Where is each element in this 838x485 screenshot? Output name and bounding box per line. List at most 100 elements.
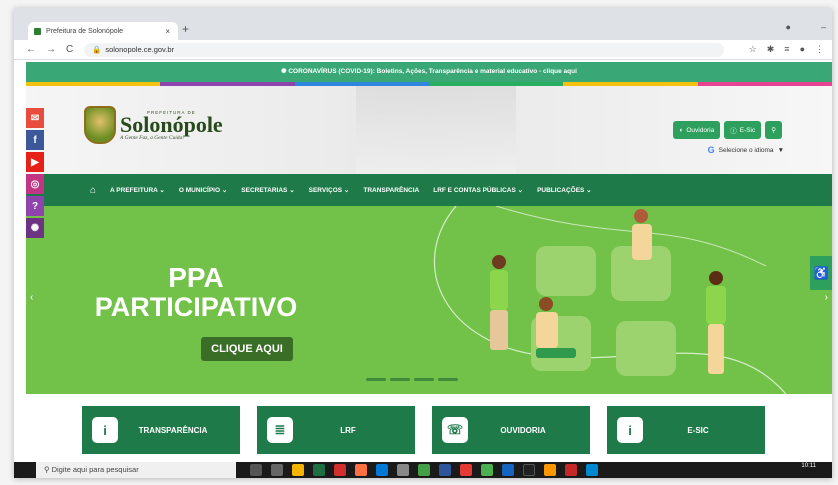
carousel-dot[interactable] [414, 378, 434, 381]
profile-dot-icon[interactable]: ● [786, 22, 791, 32]
app-icon[interactable] [586, 464, 598, 476]
menu-icon[interactable]: ⋮ [815, 44, 824, 55]
tab-title: Prefeitura de Solonópole [46, 27, 124, 35]
back-icon[interactable]: ← [26, 44, 36, 55]
taskbar-search-input[interactable]: ⚲ Digite aqui para pesquisar [36, 462, 236, 478]
card-label: TRANSPARÊNCIA [138, 425, 208, 435]
info-icon: ⓘ [730, 128, 737, 135]
browser-window: Prefeitura de Solonópole × + ● – ← → C 🔒… [14, 8, 832, 478]
email-icon[interactable]: ✉ [26, 108, 44, 128]
nav-item-secretarias[interactable]: SECRETARIAS ⌄ [241, 186, 294, 194]
ouvidoria-label: Ouvidoria [686, 126, 715, 134]
close-tab-icon[interactable]: × [165, 27, 170, 36]
bookmark-star-icon[interactable]: ☆ [749, 44, 757, 55]
acrobat-icon[interactable] [334, 464, 346, 476]
esic-label: E-Sic [739, 126, 756, 134]
taskbar-clock[interactable]: 10:11 [801, 463, 816, 470]
firefox-icon[interactable] [355, 464, 367, 476]
url-input[interactable]: 🔒 solonopole.ce.gov.br [84, 43, 724, 57]
file-explorer-icon[interactable] [292, 464, 304, 476]
google-icon: G [707, 145, 715, 155]
logo-city-name: Solonópole [120, 111, 223, 137]
youtube-icon[interactable]: ▶ [26, 152, 44, 172]
search-button[interactable]: ⚲ [765, 121, 782, 139]
minimize-icon[interactable]: – [821, 22, 826, 32]
app-icon[interactable] [397, 464, 409, 476]
banner-title-line1: PPA [168, 262, 224, 293]
profile-icon[interactable]: ● [800, 44, 805, 55]
app-icon[interactable] [418, 464, 430, 476]
website: ✺ CORONAVÍRUS (COVID-19): Boletins, Açõe… [26, 62, 832, 462]
info-icon: i [617, 417, 643, 443]
city-seal-icon [84, 106, 116, 144]
nav-item-prefeitura[interactable]: A PREFEITURA ⌄ [110, 186, 165, 194]
card-lrf[interactable]: ≣ LRF [257, 406, 415, 454]
app-icon[interactable] [523, 464, 535, 476]
acrobat-icon[interactable] [565, 464, 577, 476]
nav-item-publicacoes[interactable]: PUBLICAÇÕES ⌄ [537, 186, 592, 194]
chat-icon[interactable]: ? [26, 196, 44, 216]
window-controls: ● – [786, 22, 826, 32]
word-icon[interactable] [439, 464, 451, 476]
forward-icon[interactable]: → [46, 44, 56, 55]
chrome-icon[interactable] [481, 464, 493, 476]
social-sidebar: ✉ f ▶ ◎ ? ✺ [26, 108, 44, 240]
app-icon[interactable] [460, 464, 472, 476]
nav-item-municipio[interactable]: O MUNICÍPIO ⌄ [179, 186, 227, 194]
covid-icon[interactable]: ✺ [26, 218, 44, 238]
covid-banner[interactable]: ✺ CORONAVÍRUS (COVID-19): Boletins, Açõe… [26, 62, 832, 82]
carousel-prev-icon[interactable]: ‹ [30, 292, 33, 303]
task-view-icon[interactable] [271, 464, 283, 476]
language-label: Selecione o idioma [718, 146, 774, 154]
card-label: LRF [340, 425, 356, 435]
instagram-icon[interactable]: ◎ [26, 174, 44, 194]
card-transparencia[interactable]: i TRANSPARÊNCIA [82, 406, 240, 454]
cortana-icon[interactable] [250, 464, 262, 476]
megaphone-icon: ◐ [679, 126, 684, 134]
ouvidoria-button[interactable]: ◐ Ouvidoria [673, 121, 721, 139]
facebook-icon[interactable]: f [26, 130, 44, 150]
reading-list-icon[interactable]: ≡ [784, 44, 789, 55]
address-bar: ← → C 🔒 solonopole.ce.gov.br ☆ ✱ ≡ ● ⋮ [14, 40, 832, 60]
carousel-indicators [366, 378, 458, 381]
browser-tab[interactable]: Prefeitura de Solonópole × [28, 22, 178, 40]
app-icon[interactable] [502, 464, 514, 476]
windows-taskbar: ⚲ Digite aqui para pesquisar 10:11 [14, 462, 832, 478]
tab-bar: Prefeitura de Solonópole × + ● – [14, 8, 832, 40]
search-icon: ⚲ [44, 465, 52, 474]
site-logo[interactable]: PREFEITURA DE Solonópole A Gente Faz, a … [84, 106, 223, 144]
language-selector[interactable]: G Selecione o idioma ▼ [708, 145, 784, 155]
card-label: E-SIC [687, 425, 709, 435]
card-ouvidoria[interactable]: ☏ OUVIDORIA [432, 406, 590, 454]
reload-icon[interactable]: C [66, 44, 73, 55]
extensions-icon[interactable]: ✱ [767, 44, 775, 55]
esic-button[interactable]: ⓘ E-Sic [724, 121, 762, 139]
nav-item-lrf[interactable]: LRF E CONTAS PÚBLICAS ⌄ [433, 186, 523, 194]
main-nav: ⌂ A PREFEITURA ⌄ O MUNICÍPIO ⌄ SECRETARI… [26, 174, 832, 206]
carousel-next-icon[interactable]: › [825, 292, 828, 303]
nav-item-transparencia[interactable]: TRANSPARÊNCIA [363, 187, 419, 194]
nav-item-servicos[interactable]: SERVIÇOS ⌄ [309, 186, 350, 194]
hero-banner[interactable]: PPA PARTICIPATIVO CLIQUE AQUI ‹ › [26, 206, 832, 394]
chevron-down-icon: ▼ [777, 146, 784, 154]
accessibility-icon[interactable]: ♿ [810, 256, 832, 290]
banner-title-line2: PARTICIPATIVO [94, 292, 298, 322]
carousel-dot[interactable] [390, 378, 410, 381]
app-icon[interactable] [544, 464, 556, 476]
taskbar-apps [250, 464, 598, 476]
search-icon: ⚲ [771, 127, 776, 134]
banner-cta-button[interactable]: CLIQUE AQUI [201, 337, 293, 361]
new-tab-icon[interactable]: + [182, 22, 189, 36]
carousel-dot[interactable] [366, 378, 386, 381]
excel-icon[interactable] [313, 464, 325, 476]
favicon-icon [34, 27, 41, 35]
home-icon[interactable]: ⌂ [90, 185, 96, 196]
search-placeholder: Digite aqui para pesquisar [51, 465, 139, 474]
church-background [356, 86, 516, 174]
card-esic[interactable]: i E-SIC [607, 406, 765, 454]
info-icon: i [92, 417, 118, 443]
card-label: OUVIDORIA [500, 425, 546, 435]
carousel-dot[interactable] [438, 378, 458, 381]
edge-icon[interactable] [376, 464, 388, 476]
site-header: PREFEITURA DE Solonópole A Gente Faz, a … [26, 86, 832, 174]
